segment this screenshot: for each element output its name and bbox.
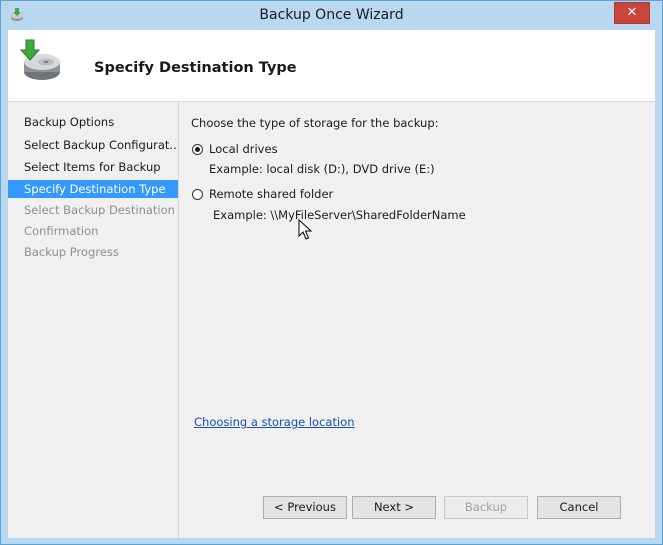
previous-button[interactable]: < Previous	[263, 496, 347, 519]
radio-selected-dot	[195, 147, 200, 152]
remote-shared-folder-example: Example: \\MyFileServer\SharedFolderName	[213, 208, 466, 222]
storage-type-prompt: Choose the type of storage for the backu…	[191, 116, 439, 130]
wizard-window: Backup Once Wizard ✕ Specify Destination…	[0, 0, 663, 545]
close-icon: ✕	[626, 5, 638, 20]
remote-shared-folder-label[interactable]: Remote shared folder	[209, 187, 333, 201]
nav-step-specify-destination-type[interactable]: Specify Destination Type	[8, 180, 178, 198]
next-button[interactable]: Next >	[352, 496, 436, 519]
title-bar[interactable]: Backup Once Wizard ✕	[1, 1, 662, 30]
wizard-header: Specify Destination Type	[8, 30, 655, 102]
nav-step-select-items-for-backup[interactable]: Select Items for Backup	[8, 158, 178, 176]
wizard-steps-nav: Backup Options Select Backup Configurat.…	[8, 102, 179, 538]
nav-step-select-backup-destination: Select Backup Destination	[24, 203, 175, 217]
remote-shared-folder-radio[interactable]	[192, 189, 203, 200]
nav-step-confirmation: Confirmation	[24, 224, 99, 238]
close-button[interactable]: ✕	[614, 2, 650, 24]
window-title: Backup Once Wizard	[259, 7, 404, 23]
wizard-client-area: Specify Destination Type Backup Options …	[8, 30, 655, 538]
local-drives-radio[interactable]	[192, 144, 203, 155]
local-drives-label[interactable]: Local drives	[209, 142, 278, 156]
nav-step-select-backup-configuration[interactable]: Select Backup Configurat...	[8, 136, 178, 154]
nav-step-backup-progress: Backup Progress	[24, 245, 119, 259]
nav-step-backup-options[interactable]: Backup Options	[8, 113, 178, 131]
cancel-button[interactable]: Cancel	[537, 496, 621, 519]
page-title: Specify Destination Type	[94, 60, 297, 76]
mouse-cursor-icon	[298, 219, 312, 240]
wizard-content: Choose the type of storage for the backu…	[179, 102, 655, 538]
backup-wizard-icon	[19, 39, 60, 80]
backup-button: Backup	[444, 496, 528, 519]
local-drives-example: Example: local disk (D:), DVD drive (E:)	[209, 162, 435, 176]
choosing-storage-location-link[interactable]: Choosing a storage location	[194, 415, 355, 429]
